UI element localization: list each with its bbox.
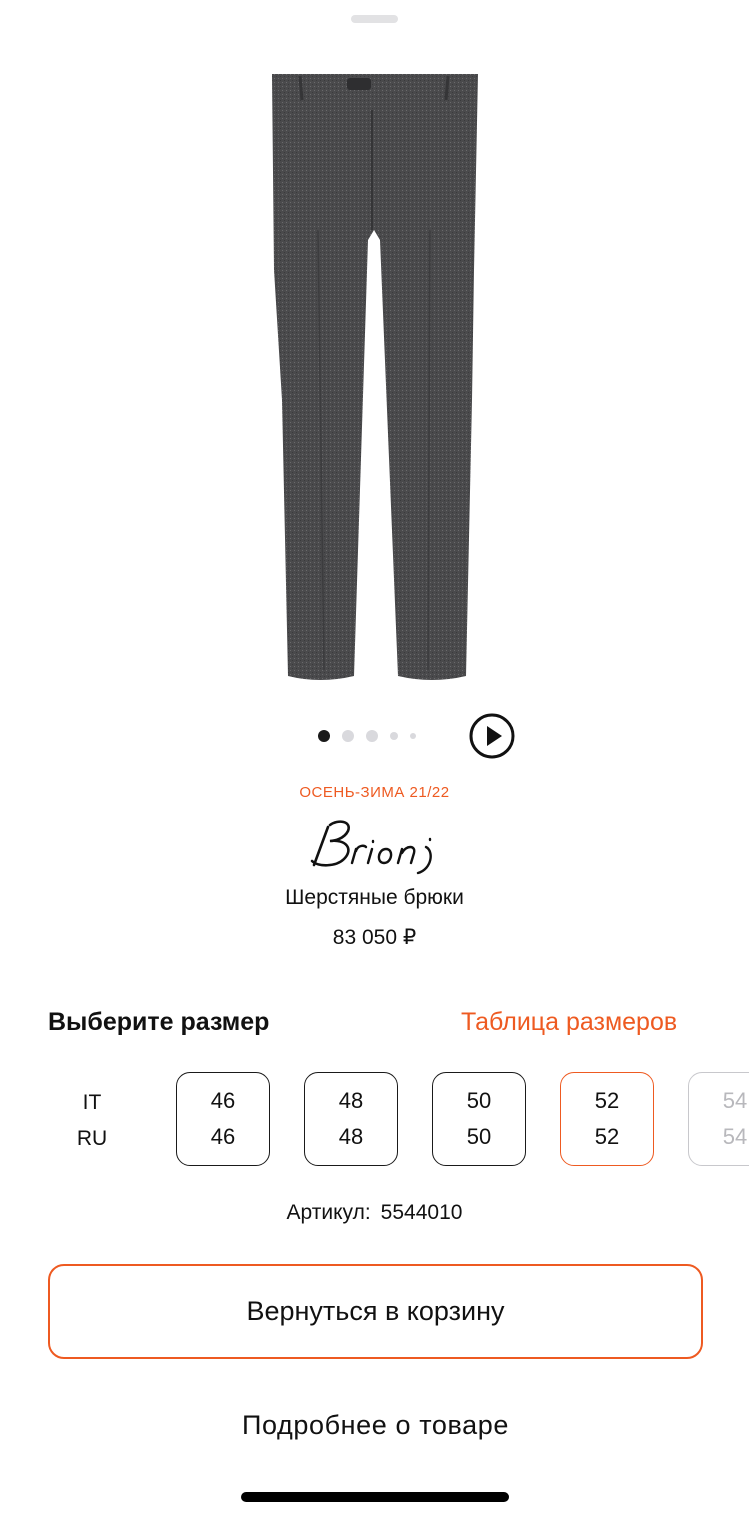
size-option-46[interactable]: 46 46 <box>176 1072 270 1166</box>
size-it-value: 48 <box>338 1088 364 1113</box>
season-label: ОСЕНЬ-ЗИМА 21/22 <box>299 784 450 801</box>
size-option-52-selected[interactable]: 52 52 <box>560 1072 654 1166</box>
size-ru-value: 50 <box>466 1124 492 1149</box>
carousel-dot[interactable] <box>410 733 416 739</box>
size-section-title: Выберите размер <box>48 1008 270 1036</box>
brand-logo <box>310 820 432 875</box>
size-it-value: 52 <box>594 1088 620 1113</box>
carousel-dot-active[interactable] <box>318 730 330 742</box>
article-label: Артикул: <box>286 1201 371 1224</box>
size-options: 46 46 48 48 50 50 52 52 54 54 <box>176 1072 749 1170</box>
size-system-it: IT <box>82 1091 102 1114</box>
image-carousel-dots[interactable] <box>318 726 428 746</box>
play-video-icon[interactable] <box>469 713 515 759</box>
carousel-dot[interactable] <box>390 732 398 740</box>
size-ru-value: 52 <box>594 1124 620 1149</box>
size-option-50[interactable]: 50 50 <box>432 1072 526 1166</box>
product-details-button[interactable]: Подробнее о товаре <box>48 1395 703 1455</box>
size-ru-value: 54 <box>722 1124 748 1149</box>
home-indicator <box>241 1492 509 1502</box>
size-option-54-disabled[interactable]: 54 54 <box>688 1072 749 1166</box>
size-it-value: 54 <box>722 1088 748 1113</box>
size-system-ru: RU <box>76 1127 108 1150</box>
size-ru-value: 48 <box>338 1124 364 1149</box>
sheet-grab-handle[interactable] <box>351 15 398 23</box>
article-number: Артикул: 5544010 <box>0 1201 749 1225</box>
product-name: Шерстяные брюки <box>285 886 464 909</box>
size-it-value: 46 <box>210 1088 236 1113</box>
size-table-link[interactable]: Таблица размеров <box>461 1008 677 1037</box>
product-price: 83 050 ₽ <box>332 926 417 949</box>
return-to-cart-button[interactable]: Вернуться в корзину <box>48 1264 703 1359</box>
size-ru-value: 46 <box>210 1124 236 1149</box>
size-system-labels: IT RU <box>62 1088 122 1160</box>
carousel-dot[interactable] <box>366 730 378 742</box>
size-option-48[interactable]: 48 48 <box>304 1072 398 1166</box>
product-image <box>272 74 478 680</box>
article-value: 5544010 <box>380 1201 463 1224</box>
size-it-value: 50 <box>466 1088 492 1113</box>
carousel-dot[interactable] <box>342 730 354 742</box>
